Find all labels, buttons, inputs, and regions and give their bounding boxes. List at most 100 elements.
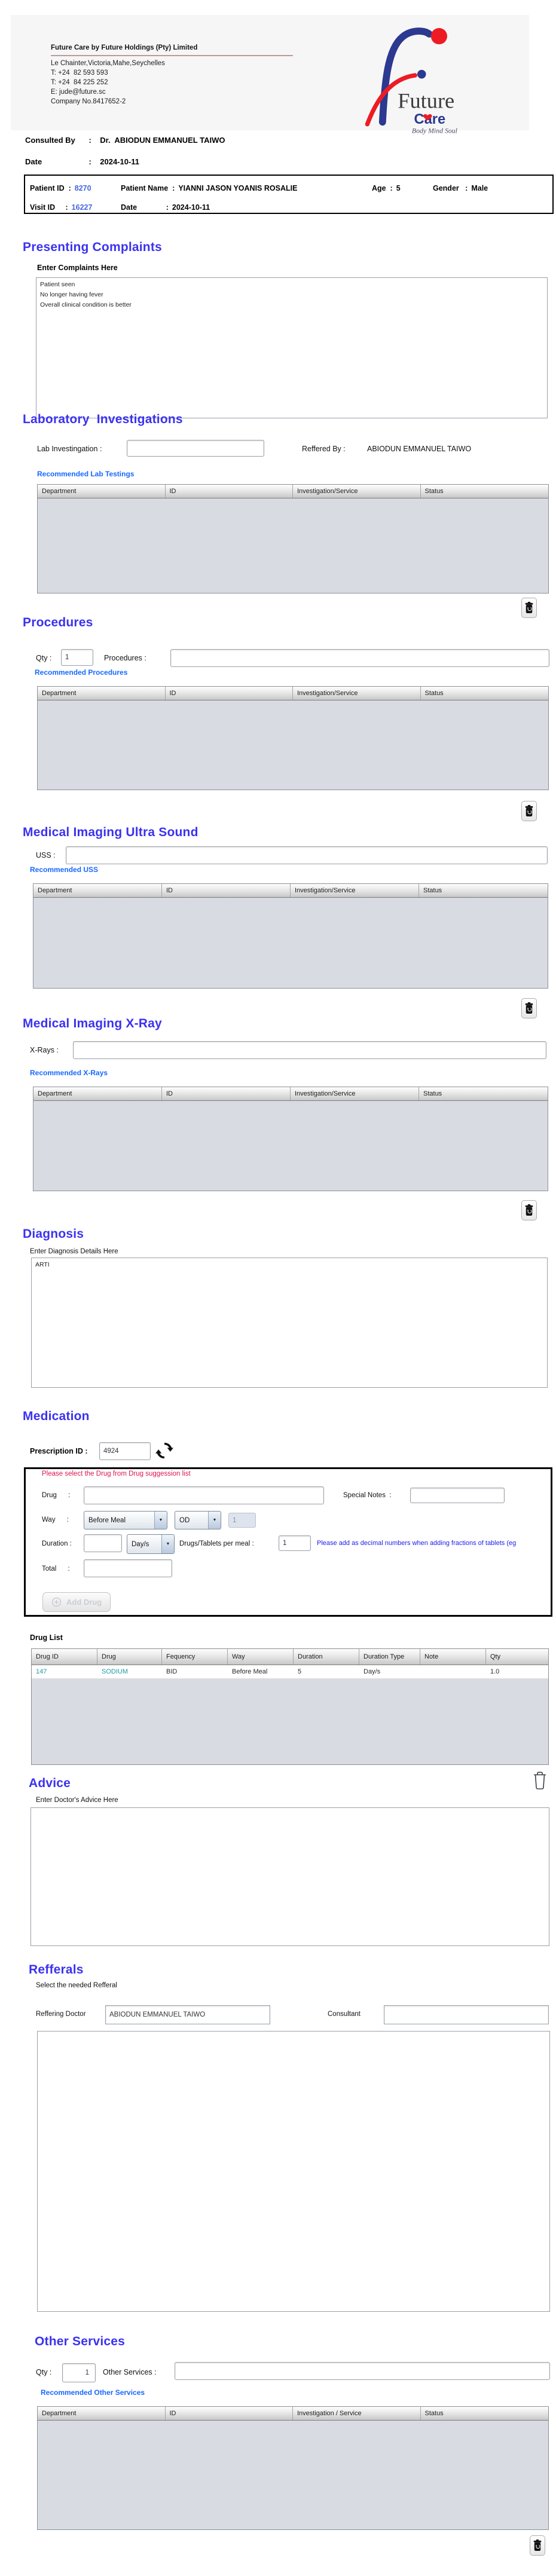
- procedures-qty-input[interactable]: [61, 649, 93, 666]
- frequency-select-value: OD: [179, 1516, 190, 1524]
- company-phone-1: T: +24 82 593 593: [51, 69, 108, 77]
- plus-circle-icon: [51, 1597, 62, 1607]
- recommended-uss-label: Recommended USS: [30, 865, 99, 874]
- uss-label: USS :: [36, 851, 56, 859]
- referring-doctor-input[interactable]: [105, 2005, 270, 2024]
- drug-cell-id: 147: [36, 1668, 47, 1675]
- patient-name-label: Patient Name :: [121, 184, 175, 192]
- lab-testings-table: Department ID Investigation/Service Stat…: [37, 484, 549, 593]
- consulted-by-colon: :: [88, 136, 91, 145]
- procedures-qty-label: Qty :: [36, 654, 52, 662]
- frequency-select[interactable]: OD ▼: [175, 1511, 221, 1529]
- logo-wordmark-care: Care: [414, 112, 446, 127]
- xray-table-body: [33, 1101, 548, 1191]
- trash-icon: [533, 2539, 542, 2551]
- advice-delete-button[interactable]: [530, 1769, 550, 1792]
- lab-table-header: Department ID Investigation/Service Stat…: [38, 485, 548, 498]
- xray-header-department: Department: [33, 1087, 162, 1100]
- special-notes-input[interactable]: [410, 1488, 505, 1503]
- procedures-delete-button[interactable]: [521, 801, 537, 821]
- duration-input[interactable]: [84, 1534, 122, 1552]
- recommended-lab-testings-label: Recommended Lab Testings: [37, 470, 135, 478]
- letterhead-divider: [51, 55, 293, 56]
- other-header-department: Department: [38, 2407, 166, 2420]
- trash-outline-icon: [534, 1772, 546, 1789]
- xray-table: Department ID Investigation/Service Stat…: [33, 1087, 548, 1191]
- procedures-header-investigation: Investigation/Service: [293, 687, 421, 700]
- procedures-header-status: Status: [424, 690, 444, 697]
- company-logo: Future Care Body Mind Soul: [365, 27, 458, 134]
- drug-cell-note: [420, 1665, 486, 1678]
- uss-input[interactable]: [66, 846, 548, 864]
- drug-table-header: Drug ID Drug Fequency Way Duration Durat…: [32, 1649, 548, 1665]
- uss-table: Department ID Investigation/Service Stat…: [33, 883, 548, 989]
- complaints-textarea[interactable]: Patient seen No longer having fever Over…: [36, 277, 548, 418]
- consultant-label: Consultant: [328, 2011, 361, 2018]
- procedures-input[interactable]: [170, 649, 549, 667]
- visit-id-label: Visit ID :: [30, 203, 68, 212]
- logo-tagline: Body Mind Soul: [412, 126, 458, 134]
- section-title-ultrasound: Medical Imaging Ultra Sound: [23, 825, 198, 839]
- duration-type-value: Day/s: [132, 1540, 149, 1548]
- procedures-header-id: ID: [166, 687, 293, 700]
- add-drug-button[interactable]: Add Drug: [42, 1592, 111, 1612]
- total-input[interactable]: [84, 1559, 172, 1577]
- drug-label: Drug :: [42, 1492, 71, 1499]
- logo-blue-dot: [417, 69, 426, 79]
- trash-icon: [525, 601, 533, 613]
- complaints-label: Enter Complaints Here: [37, 264, 118, 272]
- lab-delete-button[interactable]: [521, 598, 537, 618]
- other-services-delete-button[interactable]: [530, 2535, 545, 2556]
- consulted-by-line: Consulted By : Dr. ABIODUN EMMANUEL TAIW…: [25, 135, 225, 146]
- advice-textarea[interactable]: [30, 1807, 549, 1946]
- procedures-table-header: Department ID Investigation/Service Stat…: [38, 687, 548, 700]
- patient-gender-label: Gender :: [433, 184, 468, 192]
- xray-input[interactable]: [73, 1041, 546, 1059]
- per-meal-input[interactable]: [279, 1535, 311, 1551]
- prescription-refresh-button[interactable]: [154, 1440, 175, 1462]
- lab-table-body: [38, 498, 548, 593]
- drug-cell-drug: SODIUM: [102, 1668, 128, 1675]
- uss-table-body: [33, 898, 548, 988]
- way-select[interactable]: Before Meal ▼: [84, 1511, 167, 1529]
- duration-type-select[interactable]: Day/s ▼: [127, 1534, 175, 1554]
- visit-id-value: 16227: [71, 203, 93, 212]
- patient-age-label: Age :: [372, 184, 393, 192]
- total-label: Total :: [42, 1565, 70, 1572]
- trash-icon: [525, 804, 533, 816]
- uss-delete-button[interactable]: [521, 998, 537, 1018]
- way-label: Way :: [42, 1516, 69, 1523]
- logo-wordmark-future: Future: [398, 89, 454, 113]
- lab-investigation-input[interactable]: [127, 440, 264, 457]
- other-table-body: [38, 2421, 548, 2529]
- other-services-table: Department ID Investigation / Service St…: [37, 2406, 549, 2530]
- section-title-diagnosis: Diagnosis: [23, 1227, 84, 1241]
- section-title-advice: Advice: [29, 1776, 71, 1790]
- patient-id-field: Patient ID :8270: [30, 183, 91, 194]
- drug-header-id: Drug ID: [32, 1649, 97, 1665]
- procedures-input-label: Procedures :: [104, 654, 146, 662]
- lab-referred-by-label: Reffered By :: [302, 445, 346, 453]
- prescription-id-input[interactable]: [99, 1442, 151, 1460]
- drug-input[interactable]: [84, 1486, 324, 1504]
- consult-date-colon: :: [88, 157, 91, 166]
- other-qty-input[interactable]: [62, 2363, 96, 2382]
- advice-label: Enter Doctor's Advice Here: [36, 1797, 118, 1804]
- decimal-fraction-note: Please add as decimal numbers when addin…: [317, 1540, 517, 1547]
- visit-date-field: Date :2024-10-11: [121, 202, 210, 213]
- diagnosis-label: Enter Diagnosis Details Here: [30, 1248, 118, 1255]
- drug-table-row[interactable]: 147 SODIUM BID Before Meal 5 Day/s 1.0: [32, 1665, 548, 1679]
- xray-header-status: Status: [423, 1090, 442, 1097]
- drug-header-duration-type: Duration Type: [359, 1649, 420, 1665]
- other-services-input[interactable]: [175, 2362, 550, 2380]
- consult-date-line: Date : 2024-10-11: [25, 157, 139, 167]
- section-title-medication: Medication: [23, 1409, 90, 1423]
- xray-delete-button[interactable]: [521, 1200, 537, 1220]
- drug-header-drug: Drug: [97, 1649, 162, 1665]
- referral-list[interactable]: [37, 2031, 550, 2312]
- trash-icon: [525, 1204, 533, 1216]
- consultant-input[interactable]: [384, 2005, 549, 2024]
- patient-gender-value: Male: [471, 184, 488, 192]
- diagnosis-textarea[interactable]: ARTI: [31, 1258, 548, 1388]
- section-title-laboratory: Laboratory Investigations: [23, 412, 183, 426]
